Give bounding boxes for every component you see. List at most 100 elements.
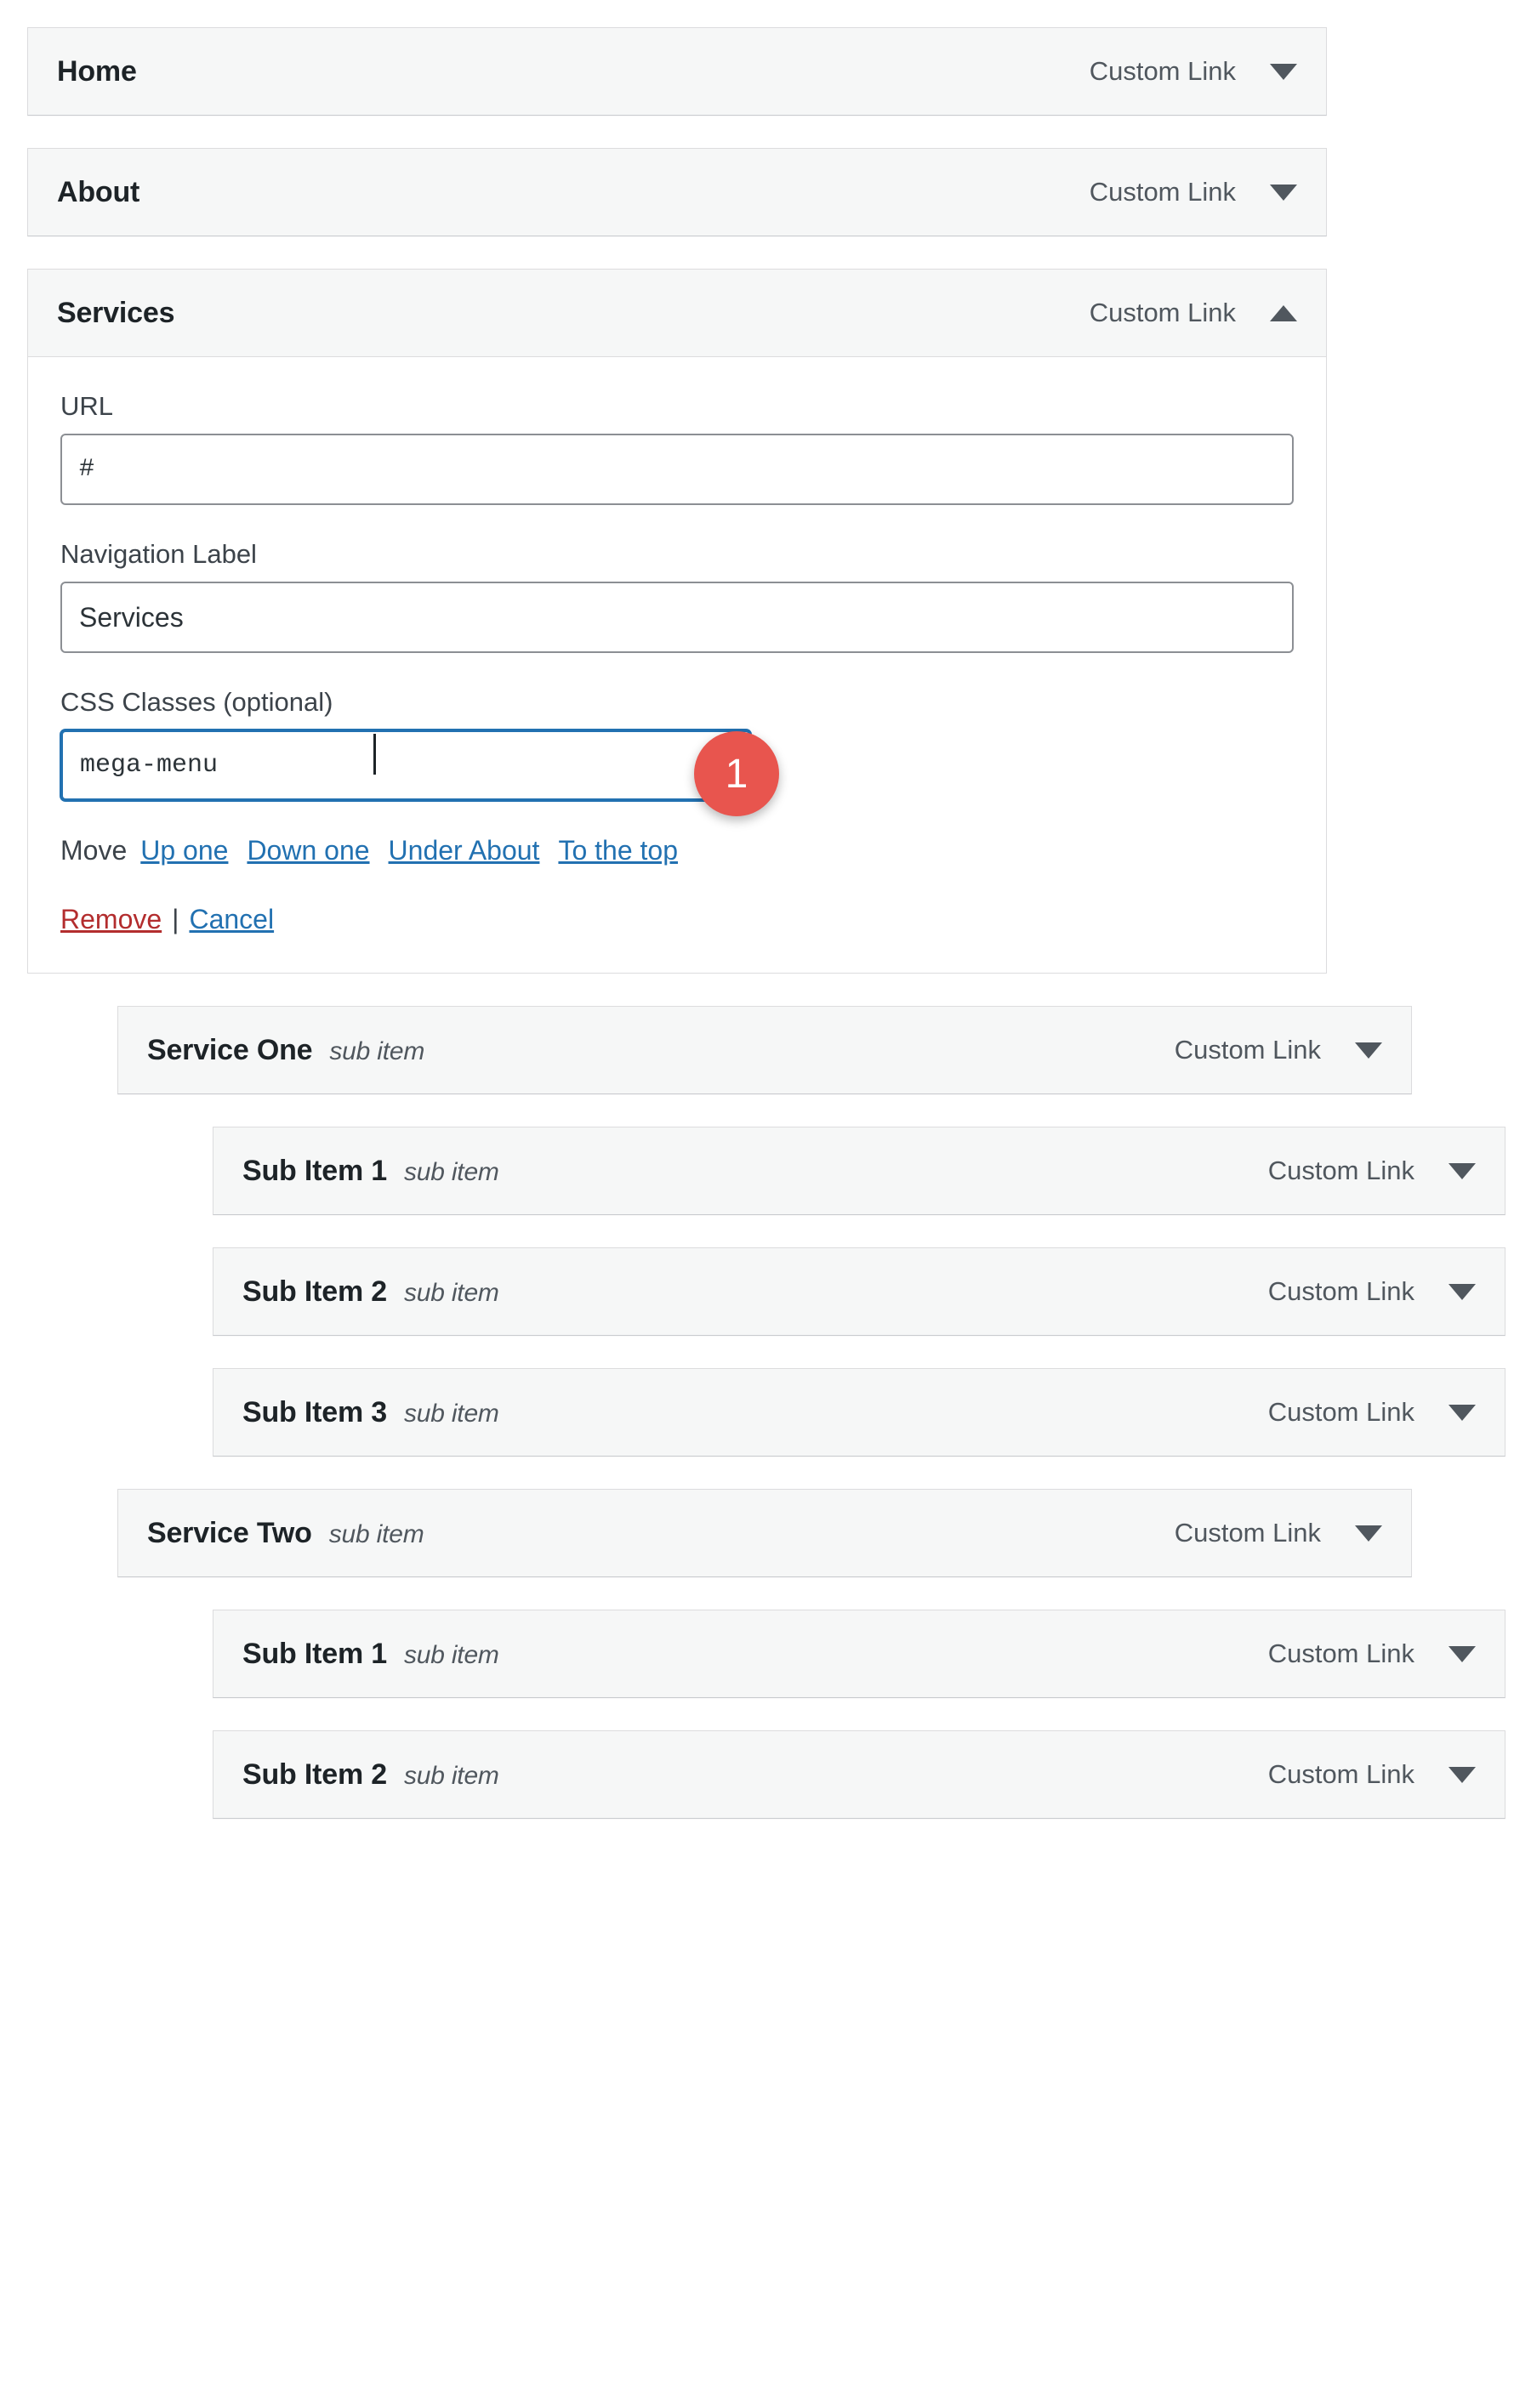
menu-item-header[interactable]: Services Custom Link xyxy=(27,269,1327,357)
menu-item-meta: Custom Link xyxy=(1268,1156,1476,1186)
menu-item-title: Sub Item 1 sub item xyxy=(242,1155,499,1188)
menu-item-header[interactable]: About Custom Link xyxy=(27,148,1327,236)
menu-item-header[interactable]: Home Custom Link xyxy=(27,27,1327,116)
menu-item-type: Custom Link xyxy=(1089,56,1236,86)
css-classes-field-group: CSS Classes (optional) 1 xyxy=(60,687,1294,816)
move-row: Move Up one Down one Under About To the top xyxy=(60,835,1294,866)
menu-item-meta: Custom Link xyxy=(1090,56,1297,87)
chevron-down-icon[interactable] xyxy=(1448,1162,1476,1179)
navigation-label-label: Navigation Label xyxy=(60,539,257,569)
menu-item-type: Custom Link xyxy=(1174,1035,1321,1065)
chevron-down-icon[interactable] xyxy=(1448,1283,1476,1300)
menu-item-title: About xyxy=(57,176,139,209)
menu-item-meta: Custom Link xyxy=(1268,1397,1476,1428)
menu-item-label: Service One xyxy=(147,1033,313,1066)
menu-item-label: Sub Item 2 xyxy=(242,1758,387,1791)
menu-item-label: Sub Item 1 xyxy=(242,1154,387,1187)
menu-item-type: Custom Link xyxy=(1174,1518,1321,1548)
menu-item-title: Sub Item 2 sub item xyxy=(242,1275,499,1309)
menu-item-type: Custom Link xyxy=(1267,1397,1414,1427)
callout-badge-1: 1 xyxy=(694,731,779,816)
chevron-down-icon[interactable] xyxy=(1355,1525,1382,1542)
menu-item-meta: Custom Link xyxy=(1175,1035,1382,1065)
menu-item-type: Custom Link xyxy=(1089,177,1236,207)
menu-item-label: About xyxy=(57,175,140,208)
menu-item-subtitle: sub item xyxy=(403,1399,499,1428)
menu-item-type: Custom Link xyxy=(1089,298,1236,327)
menu-item-title: Services xyxy=(57,296,175,330)
action-row: Remove | Cancel xyxy=(60,904,1294,935)
move-down-one-link[interactable]: Down one xyxy=(247,835,369,866)
menu-item-label: Services xyxy=(57,296,175,329)
menu-item-subtitle: sub item xyxy=(403,1157,499,1186)
move-under-about-link[interactable]: Under About xyxy=(389,835,540,866)
chevron-down-icon[interactable] xyxy=(1270,63,1297,80)
callout-number: 1 xyxy=(725,751,748,797)
chevron-down-icon[interactable] xyxy=(1448,1645,1476,1662)
menu-item-sub-item-1-a: Sub Item 1 sub item Custom Link xyxy=(213,1127,1505,1215)
menu-item-type: Custom Link xyxy=(1267,1759,1414,1789)
menu-item-meta: Custom Link xyxy=(1268,1276,1476,1307)
menu-item-header[interactable]: Sub Item 2 sub item Custom Link xyxy=(213,1730,1505,1819)
menu-item-title: Home xyxy=(57,55,137,88)
menu-item-meta: Custom Link xyxy=(1175,1518,1382,1548)
menu-item-header[interactable]: Sub Item 1 sub item Custom Link xyxy=(213,1127,1505,1215)
menu-item-sub-item-3-a: Sub Item 3 sub item Custom Link xyxy=(213,1368,1505,1457)
menu-item-type: Custom Link xyxy=(1267,1638,1414,1668)
menu-item-label: Sub Item 1 xyxy=(242,1637,387,1670)
menu-item-meta: Custom Link xyxy=(1090,177,1297,207)
move-label: Move xyxy=(60,835,128,866)
navigation-label-input[interactable] xyxy=(60,582,1294,653)
menu-item-title: Sub Item 2 sub item xyxy=(242,1758,499,1792)
menu-item-service-one: Service One sub item Custom Link xyxy=(117,1006,1412,1094)
menu-item-home: Home Custom Link xyxy=(27,27,1327,116)
menu-item-label: Sub Item 3 xyxy=(242,1395,387,1428)
menu-item-header[interactable]: Sub Item 1 sub item Custom Link xyxy=(213,1610,1505,1698)
action-separator: | xyxy=(172,904,179,934)
chevron-down-icon[interactable] xyxy=(1355,1042,1382,1059)
menu-item-settings-panel: URL Navigation Label CSS Classes (option… xyxy=(27,357,1327,974)
menu-item-sub-item-1-b: Sub Item 1 sub item Custom Link xyxy=(213,1610,1505,1698)
menu-item-about: About Custom Link xyxy=(27,148,1327,236)
menu-item-header[interactable]: Service Two sub item Custom Link xyxy=(117,1489,1412,1577)
url-field-group: URL xyxy=(60,391,1294,505)
text-cursor xyxy=(373,734,376,775)
css-classes-label: CSS Classes (optional) xyxy=(60,687,333,717)
menu-item-title: Service Two sub item xyxy=(147,1517,424,1550)
move-to-the-top-link[interactable]: To the top xyxy=(558,835,678,866)
navigation-label-field-group: Navigation Label xyxy=(60,539,1294,653)
css-classes-input[interactable] xyxy=(60,730,751,801)
menu-item-subtitle: sub item xyxy=(329,1036,425,1065)
move-up-one-link[interactable]: Up one xyxy=(140,835,228,866)
menu-item-type: Custom Link xyxy=(1267,1156,1414,1185)
menu-item-type: Custom Link xyxy=(1267,1276,1414,1306)
menu-item-title: Sub Item 1 sub item xyxy=(242,1638,499,1671)
menu-item-meta: Custom Link xyxy=(1268,1638,1476,1669)
menu-item-meta: Custom Link xyxy=(1268,1759,1476,1790)
menu-item-sub-item-2-a: Sub Item 2 sub item Custom Link xyxy=(213,1247,1505,1336)
menu-item-label: Service Two xyxy=(147,1516,312,1549)
menu-item-header[interactable]: Sub Item 3 sub item Custom Link xyxy=(213,1368,1505,1457)
chevron-down-icon[interactable] xyxy=(1448,1404,1476,1421)
chevron-up-icon[interactable] xyxy=(1270,304,1297,321)
chevron-down-icon[interactable] xyxy=(1270,184,1297,201)
menu-item-subtitle: sub item xyxy=(403,1761,499,1790)
menu-item-label: Sub Item 2 xyxy=(242,1275,387,1308)
menu-item-header[interactable]: Sub Item 2 sub item Custom Link xyxy=(213,1247,1505,1336)
url-label: URL xyxy=(60,391,114,421)
menu-item-services: Services Custom Link URL Navigation Labe… xyxy=(27,269,1327,974)
menu-item-header[interactable]: Service One sub item Custom Link xyxy=(117,1006,1412,1094)
menu-item-subtitle: sub item xyxy=(328,1519,424,1548)
chevron-down-icon[interactable] xyxy=(1448,1766,1476,1783)
menu-item-subtitle: sub item xyxy=(403,1278,499,1307)
remove-link[interactable]: Remove xyxy=(60,904,162,934)
menu-structure-editor: Home Custom Link About Custom Link Servi… xyxy=(0,0,1531,2408)
menu-item-subtitle: sub item xyxy=(403,1640,499,1669)
menu-item-title: Service One sub item xyxy=(147,1034,424,1067)
menu-item-title: Sub Item 3 sub item xyxy=(242,1396,499,1429)
url-input[interactable] xyxy=(60,434,1294,505)
cancel-link[interactable]: Cancel xyxy=(189,904,274,934)
menu-item-label: Home xyxy=(57,54,137,88)
menu-item-meta: Custom Link xyxy=(1090,298,1297,328)
menu-item-service-two: Service Two sub item Custom Link xyxy=(117,1489,1412,1577)
